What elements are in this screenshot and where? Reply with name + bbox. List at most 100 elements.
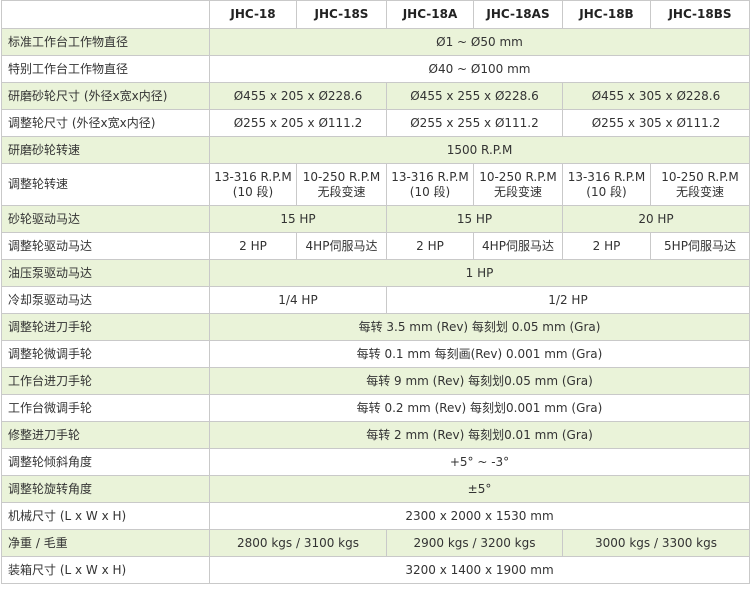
- table-row: 调整轮转速 13-316 R.P.M (10 段) 10-250 R.P.M 无段变…: [1, 163, 750, 206]
- spec-value: Ø255 x 255 x Ø111.2: [386, 109, 563, 137]
- spec-value: 2 HP: [562, 232, 651, 260]
- spec-value: 2 HP: [209, 232, 297, 260]
- spec-value: Ø455 x 255 x Ø228.6: [386, 82, 563, 110]
- spec-value-line: (10 段): [232, 184, 274, 199]
- row-label: 调整轮进刀手轮: [1, 313, 210, 341]
- spec-value-line: 13-316 R.P.M: [567, 169, 646, 184]
- spec-value-line: (10 段): [586, 184, 627, 199]
- spec-value: 10-250 R.P.M 无段变速: [473, 163, 563, 206]
- spec-value: 13-316 R.P.M (10 段): [386, 163, 474, 206]
- spec-value: 4HP伺服马达: [296, 232, 387, 260]
- row-label: 研磨砂轮尺寸 (外径x宽x内径): [1, 82, 210, 110]
- spec-value: Ø1 ~ Ø50 mm: [209, 28, 750, 56]
- table-row: 调整轮尺寸 (外径x宽x内径) Ø255 x 205 x Ø111.2 Ø255…: [1, 109, 750, 137]
- header-model: JHC-18B: [562, 0, 651, 29]
- row-label: 研磨砂轮转速: [1, 136, 210, 164]
- table-row: 净重 / 毛重 2800 kgs / 3100 kgs 2900 kgs / 3…: [1, 529, 750, 557]
- row-label: 调整轮驱动马达: [1, 232, 210, 260]
- spec-value: 1/2 HP: [386, 286, 750, 314]
- spec-value: 15 HP: [386, 205, 563, 233]
- table-row: 冷却泵驱动马达 1/4 HP 1/2 HP: [1, 286, 750, 314]
- header-model: JHC-18S: [296, 0, 387, 29]
- spec-value: Ø40 ~ Ø100 mm: [209, 55, 750, 83]
- table-row: 砂轮驱动马达 15 HP 15 HP 20 HP: [1, 205, 750, 233]
- row-label: 特别工作台工作物直径: [1, 55, 210, 83]
- spec-value-line: 10-250 R.P.M: [479, 169, 557, 184]
- header-model: JHC-18A: [386, 0, 474, 29]
- spec-value-line: 10-250 R.P.M: [302, 169, 381, 184]
- header-model: JHC-18AS: [473, 0, 563, 29]
- row-label: 修整进刀手轮: [1, 421, 210, 449]
- spec-value: 15 HP: [209, 205, 387, 233]
- table-row: 研磨砂轮尺寸 (外径x宽x内径) Ø455 x 205 x Ø228.6 Ø45…: [1, 82, 750, 110]
- header-corner: [1, 0, 210, 29]
- spec-value: 每转 9 mm (Rev) 每刻划0.05 mm (Gra): [209, 367, 750, 395]
- row-label: 工作台进刀手轮: [1, 367, 210, 395]
- table-row: 标准工作台工作物直径 Ø1 ~ Ø50 mm: [1, 28, 750, 56]
- row-label: 调整轮微调手轮: [1, 340, 210, 368]
- table-row: 装箱尺寸 (L x W x H) 3200 x 1400 x 1900 mm: [1, 556, 750, 584]
- table-row: 调整轮驱动马达 2 HP 4HP伺服马达 2 HP 4HP伺服马达 2 HP 5…: [1, 232, 750, 260]
- spec-value: 5HP伺服马达: [650, 232, 750, 260]
- table-row: 特别工作台工作物直径 Ø40 ~ Ø100 mm: [1, 55, 750, 83]
- row-label: 标准工作台工作物直径: [1, 28, 210, 56]
- header-row: JHC-18 JHC-18S JHC-18A JHC-18AS JHC-18B …: [1, 0, 750, 29]
- table-row: 机械尺寸 (L x W x H) 2300 x 2000 x 1530 mm: [1, 502, 750, 530]
- spec-value: 3200 x 1400 x 1900 mm: [209, 556, 750, 584]
- header-model: JHC-18: [209, 0, 297, 29]
- row-label: 砂轮驱动马达: [1, 205, 210, 233]
- spec-value: Ø255 x 205 x Ø111.2: [209, 109, 387, 137]
- spec-value: 2300 x 2000 x 1530 mm: [209, 502, 750, 530]
- spec-value: 每转 2 mm (Rev) 每刻划0.01 mm (Gra): [209, 421, 750, 449]
- spec-value: 4HP伺服马达: [473, 232, 563, 260]
- spec-value: 3000 kgs / 3300 kgs: [562, 529, 750, 557]
- table-row: 修整进刀手轮 每转 2 mm (Rev) 每刻划0.01 mm (Gra): [1, 421, 750, 449]
- table-row: 工作台进刀手轮 每转 9 mm (Rev) 每刻划0.05 mm (Gra): [1, 367, 750, 395]
- spec-value: 20 HP: [562, 205, 750, 233]
- spec-value: 1500 R.P.M: [209, 136, 750, 164]
- spec-value: Ø455 x 205 x Ø228.6: [209, 82, 387, 110]
- spec-value: 1/4 HP: [209, 286, 387, 314]
- row-label: 净重 / 毛重: [1, 529, 210, 557]
- spec-value-line: 无段变速: [493, 184, 542, 199]
- row-label: 调整轮倾斜角度: [1, 448, 210, 476]
- row-label: 工作台微调手轮: [1, 394, 210, 422]
- spec-value-line: 13-316 R.P.M: [391, 169, 469, 184]
- spec-value-line: 10-250 R.P.M: [661, 169, 739, 184]
- row-label: 冷却泵驱动马达: [1, 286, 210, 314]
- table-row: 调整轮倾斜角度 +5° ~ -3°: [1, 448, 750, 476]
- spec-value: 10-250 R.P.M 无段变速: [650, 163, 750, 206]
- spec-value: +5° ~ -3°: [209, 448, 750, 476]
- table-row: 研磨砂轮转速 1500 R.P.M: [1, 136, 750, 164]
- spec-value: 13-316 R.P.M (10 段): [209, 163, 297, 206]
- header-model: JHC-18BS: [650, 0, 750, 29]
- spec-value: Ø255 x 305 x Ø111.2: [562, 109, 750, 137]
- spec-value: 2800 kgs / 3100 kgs: [209, 529, 387, 557]
- table-row: 调整轮旋转角度 ±5°: [1, 475, 750, 503]
- spec-value: 每转 0.1 mm 每刻画(Rev) 0.001 mm (Gra): [209, 340, 750, 368]
- row-label: 调整轮转速: [1, 163, 210, 206]
- row-label: 油压泵驱动马达: [1, 259, 210, 287]
- table-row: 油压泵驱动马达 1 HP: [1, 259, 750, 287]
- spec-value: Ø455 x 305 x Ø228.6: [562, 82, 750, 110]
- spec-value: ±5°: [209, 475, 750, 503]
- table-row: 工作台微调手轮 每转 0.2 mm (Rev) 每刻划0.001 mm (Gra…: [1, 394, 750, 422]
- spec-value-line: (10 段): [409, 184, 451, 199]
- row-label: 调整轮旋转角度: [1, 475, 210, 503]
- spec-value: 2 HP: [386, 232, 474, 260]
- spec-value: 1 HP: [209, 259, 750, 287]
- row-label: 机械尺寸 (L x W x H): [1, 502, 210, 530]
- spec-value: 每转 3.5 mm (Rev) 每刻划 0.05 mm (Gra): [209, 313, 750, 341]
- table-row: 调整轮进刀手轮 每转 3.5 mm (Rev) 每刻划 0.05 mm (Gra…: [1, 313, 750, 341]
- spec-value: 每转 0.2 mm (Rev) 每刻划0.001 mm (Gra): [209, 394, 750, 422]
- spec-value-line: 无段变速: [317, 184, 366, 199]
- spec-table: JHC-18 JHC-18S JHC-18A JHC-18AS JHC-18B …: [1, 0, 750, 584]
- spec-value: 2900 kgs / 3200 kgs: [386, 529, 563, 557]
- spec-value: 13-316 R.P.M (10 段): [562, 163, 651, 206]
- spec-value: 10-250 R.P.M 无段变速: [296, 163, 387, 206]
- spec-value-line: 无段变速: [675, 184, 724, 199]
- row-label: 调整轮尺寸 (外径x宽x内径): [1, 109, 210, 137]
- spec-value-line: 13-316 R.P.M: [214, 169, 292, 184]
- row-label: 装箱尺寸 (L x W x H): [1, 556, 210, 584]
- table-row: 调整轮微调手轮 每转 0.1 mm 每刻画(Rev) 0.001 mm (Gra…: [1, 340, 750, 368]
